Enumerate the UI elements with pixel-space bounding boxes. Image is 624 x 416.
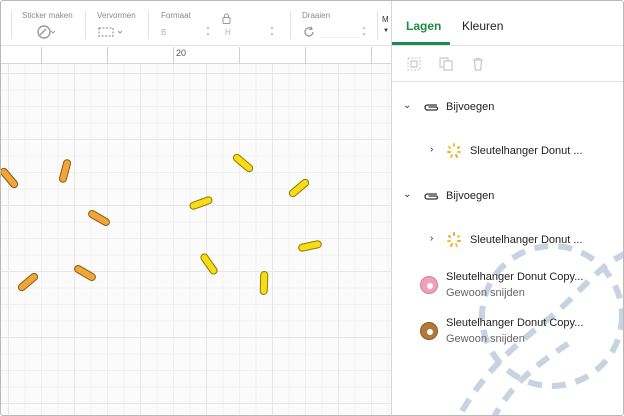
yellow-sprinkle[interactable] xyxy=(259,270,269,296)
yellow-sprinkle[interactable] xyxy=(287,177,311,199)
layer-row[interactable]: Sleutelhanger Donut Copy... Gewoon snijd… xyxy=(392,268,623,308)
more-label: M xyxy=(382,15,389,24)
attach-icon xyxy=(424,104,439,111)
toolbar-divider xyxy=(11,11,12,39)
rotate-label: Draaien xyxy=(302,11,331,20)
yellow-sprinkle[interactable] xyxy=(198,251,220,277)
horizontal-ruler: 20 xyxy=(1,47,391,64)
design-canvas[interactable] xyxy=(1,64,391,415)
top-toolbar: Sticker maken Vervormen Formaat B ▲ ▼ H ▲… xyxy=(1,1,391,46)
warp-icon xyxy=(98,27,123,37)
width-field[interactable]: B xyxy=(161,28,166,37)
layer-label: Sleutelhanger Donut Copy... xyxy=(446,271,584,283)
cut-type-label: Gewoon snijden xyxy=(446,333,525,345)
ruler-label: 20 xyxy=(176,48,187,58)
orange-sprinkle[interactable] xyxy=(72,263,98,283)
layer-row[interactable]: Sleutelhanger Donut Copy... Gewoon snijd… xyxy=(392,314,623,354)
tab-layers[interactable]: Lagen xyxy=(406,19,441,33)
toolbar-divider xyxy=(85,11,86,39)
lock-icon[interactable] xyxy=(222,13,231,24)
rotate-button[interactable] xyxy=(302,25,316,39)
attach-icon xyxy=(424,193,439,200)
sprinkles-icon xyxy=(447,143,461,158)
sprinkles-icon xyxy=(447,232,461,247)
height-stepper[interactable]: ▲ ▼ xyxy=(269,25,275,39)
sticker-button[interactable] xyxy=(36,25,56,39)
toolbar-divider xyxy=(148,11,149,39)
app-window: Sticker maken Vervormen Formaat B ▲ ▼ H ▲… xyxy=(0,0,624,416)
ruler-tick xyxy=(107,47,108,63)
rotate-stepper[interactable]: ▲ ▼ xyxy=(361,25,367,39)
layers-panel: Lagen Kleuren ⌄ Bijvoegen › Sleutelhange… xyxy=(391,1,623,415)
layer-group-label: Bijvoegen xyxy=(446,190,495,202)
layer-group-row[interactable]: ⌄ Bijvoegen xyxy=(392,181,623,211)
warp-button[interactable] xyxy=(98,25,124,39)
ruler-tick xyxy=(305,47,306,63)
chevron-right-icon[interactable]: › xyxy=(430,234,433,244)
layer-group-label: Bijvoegen xyxy=(446,101,495,113)
size-label: Formaat xyxy=(161,11,191,20)
panel-tabs: Lagen Kleuren xyxy=(392,1,623,46)
tab-colors[interactable]: Kleuren xyxy=(462,19,503,33)
orange-sprinkle[interactable] xyxy=(58,158,72,184)
yellow-sprinkle[interactable] xyxy=(231,152,255,174)
ruler-tick xyxy=(41,47,42,63)
layer-label: Sleutelhanger Donut Copy... xyxy=(446,317,584,329)
ruler-tick xyxy=(239,47,240,63)
rotate-icon xyxy=(304,26,314,37)
toolbar-divider xyxy=(290,11,291,39)
layer-row[interactable]: › Sleutelhanger Donut ... xyxy=(392,136,623,166)
chevron-right-icon[interactable]: › xyxy=(430,145,433,155)
delete-icon[interactable] xyxy=(470,56,486,72)
group-icon[interactable] xyxy=(406,56,422,72)
layer-group-row[interactable]: ⌄ Bijvoegen xyxy=(392,92,623,122)
active-tab-indicator xyxy=(392,42,450,45)
more-dropdown-icon[interactable]: ▼ xyxy=(383,28,389,34)
layer-label: Sleutelhanger Donut ... xyxy=(470,145,583,157)
ruler-tick xyxy=(173,47,174,63)
layer-actions xyxy=(392,46,623,82)
height-field[interactable]: H xyxy=(225,28,231,37)
yellow-sprinkle[interactable] xyxy=(297,239,323,253)
brown-donut-icon xyxy=(420,322,438,340)
yellow-sprinkle[interactable] xyxy=(188,195,214,211)
sticker-icon xyxy=(37,25,56,39)
rotate-field[interactable] xyxy=(322,26,358,38)
sticker-label: Sticker maken xyxy=(22,11,73,20)
ruler-tick xyxy=(371,47,372,63)
layer-label: Sleutelhanger Donut ... xyxy=(470,234,583,246)
orange-sprinkle[interactable] xyxy=(16,271,40,293)
width-stepper[interactable]: ▲ ▼ xyxy=(205,25,211,39)
pink-donut-icon xyxy=(420,276,438,294)
orange-sprinkle[interactable] xyxy=(1,166,20,190)
layer-row[interactable]: › Sleutelhanger Donut ... xyxy=(392,225,623,255)
duplicate-icon[interactable] xyxy=(438,56,454,72)
chevron-down-icon[interactable]: ⌄ xyxy=(403,101,411,111)
chevron-down-icon[interactable]: ⌄ xyxy=(403,190,411,200)
cut-type-label: Gewoon snijden xyxy=(446,287,525,299)
warp-label: Vervormen xyxy=(97,11,136,20)
toolbar-divider xyxy=(377,11,378,39)
orange-sprinkle[interactable] xyxy=(86,208,112,228)
